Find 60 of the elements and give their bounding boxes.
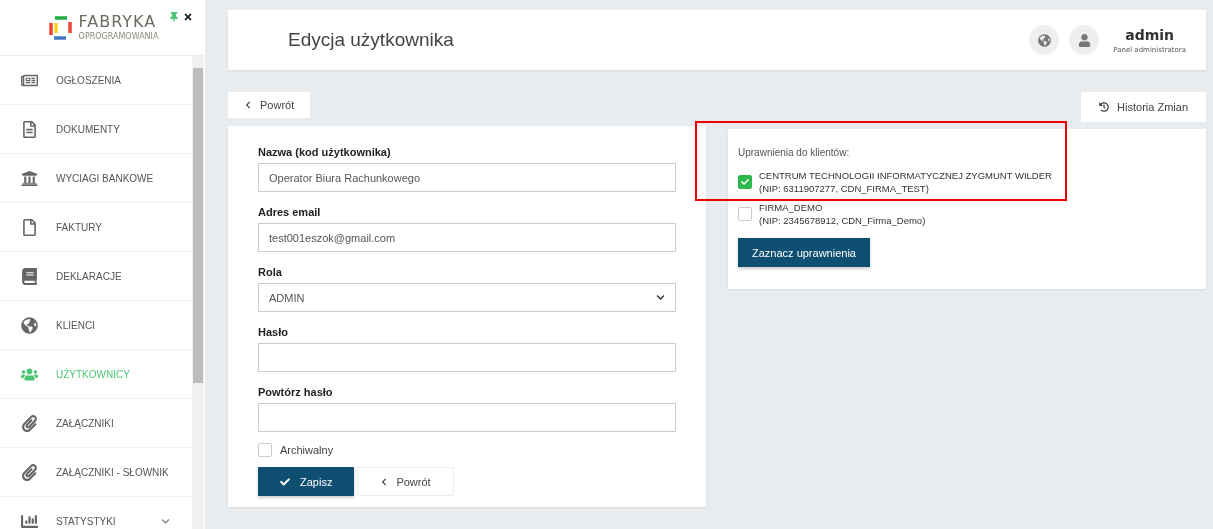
- sidebar-label: KLIENCI: [56, 319, 96, 331]
- sidebar-label: STATYSTYKI: [56, 515, 117, 527]
- history-icon: [1099, 102, 1110, 112]
- sidebar-label: UŻYTKOWNICY: [56, 368, 131, 380]
- password-field[interactable]: [258, 343, 676, 372]
- checkbox-label: Archiwalny: [280, 444, 334, 456]
- chevron-left-icon: [244, 101, 252, 109]
- client-name: CENTRUM TECHNOLOGII INFORMATYCZNEJ ZYGMUNT WILDER: [759, 169, 1052, 182]
- page-title: Edycja użytkownika: [288, 29, 455, 51]
- field-label: Adres email: [258, 206, 322, 218]
- input-field[interactable]: Operator Biura Rachunkowego: [258, 163, 676, 192]
- sidebar-label: OGŁOSZENIA: [56, 74, 122, 86]
- field-label: Powtórz hasło: [258, 386, 334, 398]
- save-button[interactable]: Zapisz: [258, 467, 355, 496]
- back-button[interactable]: Powrót: [228, 92, 311, 118]
- checkbox[interactable]: [738, 207, 752, 221]
- sidebar-label: ZAŁĄCZNIKI - SŁOWNIK: [56, 466, 170, 478]
- field-label: Nazwa (kod użytkownika): [258, 146, 392, 158]
- checkbox[interactable]: [258, 443, 272, 457]
- close-icon[interactable]: [183, 12, 193, 22]
- permissions-title: Uprawnienia do klientów:: [738, 147, 851, 158]
- input-field[interactable]: test001eszok@gmail.com: [258, 223, 676, 252]
- sidebar-label: DOKUMENTY: [56, 123, 121, 135]
- role-select[interactable]: ADMIN: [258, 283, 676, 312]
- field-label: Rola: [258, 266, 283, 278]
- bank-icon: [20, 169, 38, 187]
- sidebar-label: DEKLARACJE: [56, 270, 123, 282]
- check-icon: [280, 476, 290, 487]
- sidebar-label: FAKTURY: [56, 221, 103, 233]
- paperclip-icon: [20, 414, 38, 432]
- globe-icon: [20, 316, 38, 334]
- history-button[interactable]: Historia Zmian: [1081, 92, 1206, 122]
- globe-button[interactable]: [1029, 25, 1060, 55]
- globe-icon: [1037, 33, 1051, 47]
- check-icon: [741, 178, 749, 186]
- checkbox[interactable]: [738, 175, 752, 189]
- document-icon: [20, 120, 38, 138]
- user-name: admin: [1125, 26, 1175, 43]
- grant-permissions-button[interactable]: Zaznacz uprawnienia: [738, 238, 870, 267]
- sidebar-label: WYCIAGI BANKOWE: [56, 172, 155, 184]
- field-label: Hasło: [258, 326, 289, 338]
- bar-chart-icon: [20, 512, 38, 529]
- paperclip-icon: [20, 463, 38, 481]
- back-button[interactable]: Powrót: [357, 467, 454, 496]
- client-details: (NIP: 2345678912, CDN_Firma_Demo): [759, 214, 926, 227]
- sidebar-label: ZAŁĄCZNIKI: [56, 417, 115, 429]
- pin-icon[interactable]: [169, 12, 179, 22]
- scrollbar[interactable]: [192, 56, 204, 529]
- chevron-down-icon: [656, 293, 665, 302]
- chevron-left-icon: [380, 477, 389, 486]
- client-details: (NIP: 6311907277, CDN_FIRMA_TEST): [759, 182, 930, 195]
- client-name: FIRMA_DEMO: [759, 201, 824, 214]
- user-avatar[interactable]: [1069, 25, 1100, 55]
- logo-name: FABRYKA: [78, 14, 158, 30]
- book-icon: [20, 267, 38, 285]
- file-icon: [20, 218, 38, 236]
- password-field[interactable]: [258, 403, 676, 432]
- logo-tagline: OPROGRAMOWANIA: [78, 32, 159, 41]
- chevron-down-icon[interactable]: [161, 516, 170, 526]
- logo-icon: [46, 14, 73, 41]
